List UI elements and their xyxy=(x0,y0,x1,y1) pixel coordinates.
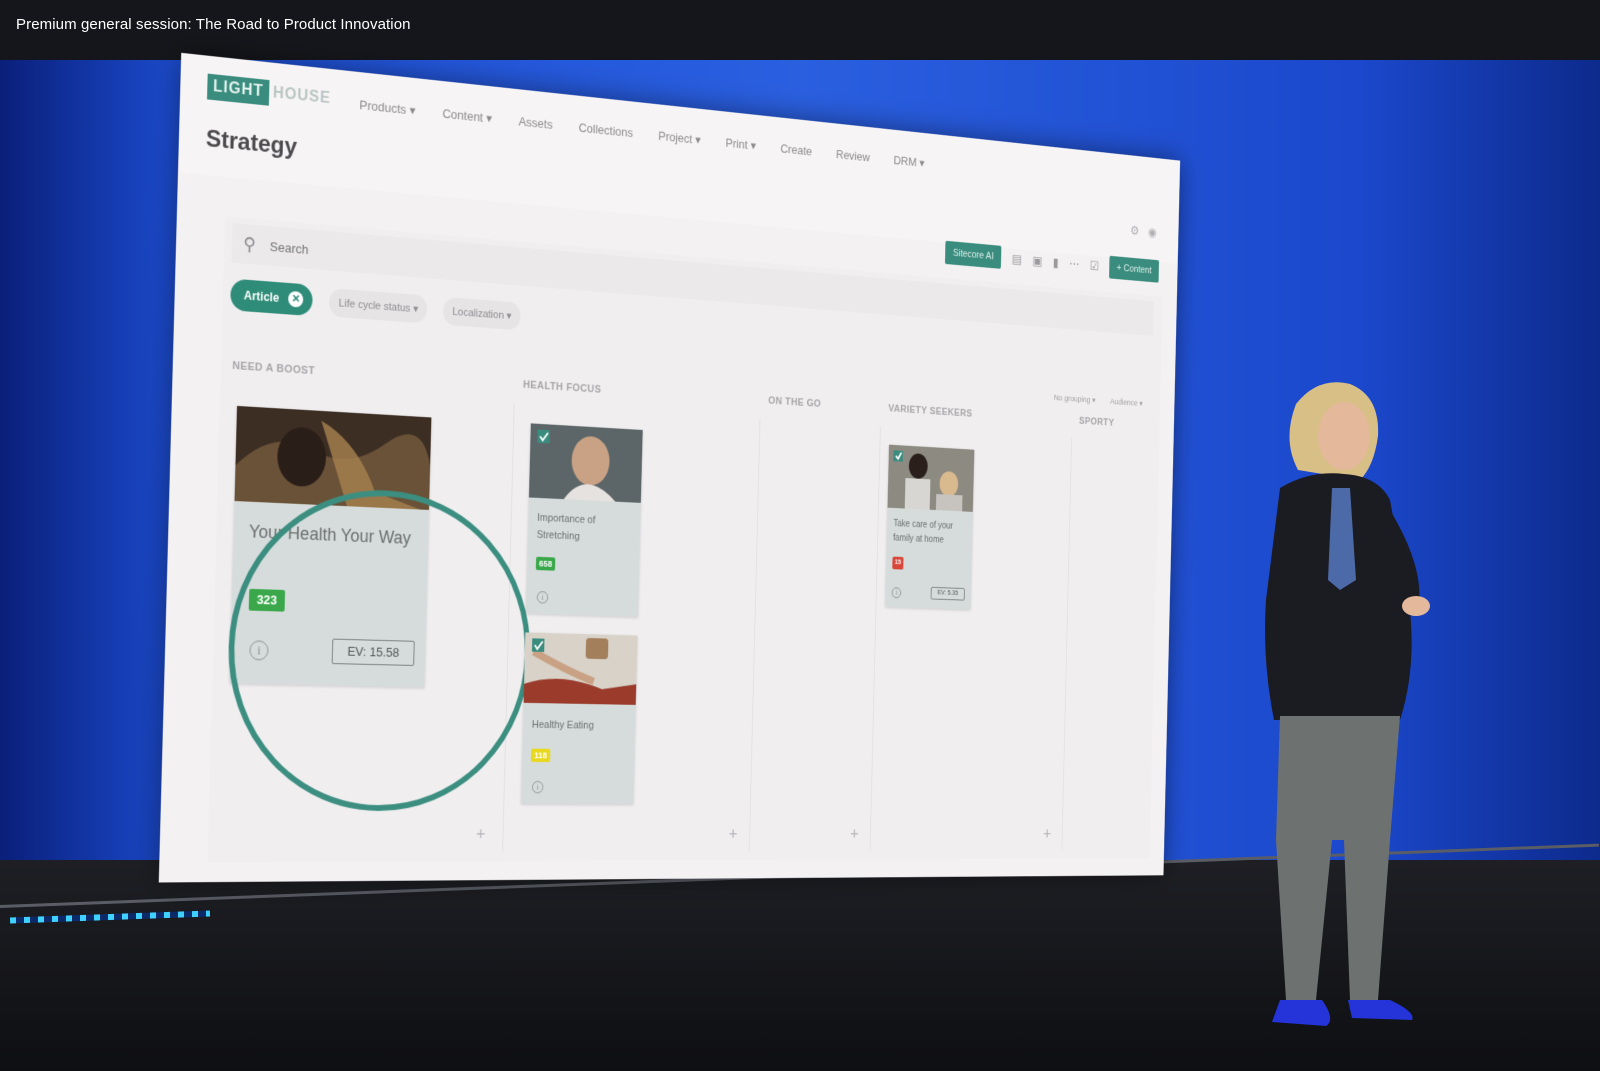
page-title: Strategy xyxy=(205,125,298,161)
audience-dropdown[interactable]: Audience ▾ xyxy=(1110,397,1143,409)
more-icon[interactable]: ⋯ xyxy=(1069,256,1080,272)
content-card[interactable]: Importance of Stretching 658 i xyxy=(525,423,643,617)
column-divider xyxy=(748,418,761,851)
grouping-dropdown[interactable]: No grouping ▾ xyxy=(1054,393,1096,405)
close-icon[interactable]: ✕ xyxy=(288,290,304,308)
column-divider xyxy=(869,426,881,851)
card-thumbnail-image xyxy=(887,444,975,512)
settings-icon[interactable]: ⚙ xyxy=(1130,223,1139,239)
column-header-on-the-go: ON THE GO xyxy=(768,395,822,410)
filter-chip-article[interactable]: Article ✕ xyxy=(230,278,314,317)
filter-chip-article-label: Article xyxy=(243,288,280,305)
info-icon[interactable]: i xyxy=(891,587,902,599)
nav-assets[interactable]: Assets xyxy=(518,114,552,133)
add-card-icon[interactable]: + xyxy=(476,825,486,845)
lighthouse-logo[interactable]: LIGHT HOUSE xyxy=(207,73,335,113)
projection-screen: LIGHT HOUSE Products ▾ Content ▾ Assets … xyxy=(158,52,1181,883)
add-content-button[interactable]: + Content xyxy=(1109,255,1160,283)
list-view-icon[interactable]: ▤ xyxy=(1012,251,1022,267)
view-options: No grouping ▾ Audience ▾ xyxy=(1054,393,1143,409)
user-avatar-icon[interactable]: ◉ xyxy=(1148,225,1157,241)
logo-part-light: LIGHT xyxy=(207,73,270,106)
add-card-icon[interactable]: + xyxy=(728,825,737,844)
add-card-icon[interactable]: + xyxy=(850,825,859,844)
card-title: Importance of Stretching xyxy=(536,512,596,543)
filter-bar: Article ✕ Life cycle status ▾ Localizati… xyxy=(230,278,521,332)
sitecore-ai-button[interactable]: Sitecore AI xyxy=(944,240,1002,269)
filter-localization[interactable]: Localization ▾ xyxy=(443,296,521,330)
card-score-badge: 118 xyxy=(530,748,551,763)
card-ev-value: EV: 5.35 xyxy=(930,586,965,601)
nav-review[interactable]: Review xyxy=(836,147,870,165)
logo-part-house: HOUSE xyxy=(272,84,332,108)
filter-lifecycle-status[interactable]: Life cycle status ▾ xyxy=(329,287,428,324)
column-header-need-a-boost: NEED A BOOST xyxy=(232,360,316,378)
column-header-sporty: SPORTY xyxy=(1078,415,1115,429)
content-card[interactable]: Healthy Eating 118 i xyxy=(521,632,638,805)
card-title: Healthy Eating xyxy=(531,719,594,732)
strategy-board: ⚲ Article ✕ Life cycle status ▾ Localiza… xyxy=(207,216,1163,863)
nav-collections[interactable]: Collections xyxy=(578,120,633,141)
card-score-badge: 658 xyxy=(535,556,556,571)
column-divider xyxy=(1061,437,1072,850)
nav-print[interactable]: Print ▾ xyxy=(725,136,756,154)
card-thumbnail-image xyxy=(528,423,643,503)
presenter-figure xyxy=(1265,382,1430,1026)
card-thumbnail-image xyxy=(523,632,638,705)
column-header-variety-seekers: VARIETY SEEKERS xyxy=(888,403,973,420)
column-header-health-focus: HEALTH FOCUS xyxy=(522,379,602,396)
nav-project[interactable]: Project ▾ xyxy=(658,129,701,148)
info-icon[interactable]: i xyxy=(536,590,549,604)
card-title: Take care of your family at home xyxy=(892,518,954,546)
nav-create[interactable]: Create xyxy=(780,141,812,159)
nav-products[interactable]: Products ▾ xyxy=(359,97,415,118)
nav-drm[interactable]: DRM ▾ xyxy=(893,153,924,171)
select-checkbox-icon[interactable]: ☑ xyxy=(1090,258,1100,274)
top-right-icons: ⚙ ◉ xyxy=(1130,223,1157,240)
search-icon: ⚲ xyxy=(243,233,257,255)
add-card-icon[interactable]: + xyxy=(1043,825,1051,843)
card-score-badge: 15 xyxy=(892,556,904,570)
delete-icon[interactable]: ▮ xyxy=(1053,255,1059,270)
nav-content[interactable]: Content ▾ xyxy=(442,106,492,126)
content-card[interactable]: Take care of your family at home 15 i EV… xyxy=(885,444,975,610)
info-icon[interactable]: i xyxy=(531,780,544,794)
export-icon[interactable]: ▣ xyxy=(1032,253,1042,269)
session-title: Premium general session: The Road to Pro… xyxy=(16,16,411,33)
app-window: LIGHT HOUSE Products ▾ Content ▾ Assets … xyxy=(158,52,1181,883)
